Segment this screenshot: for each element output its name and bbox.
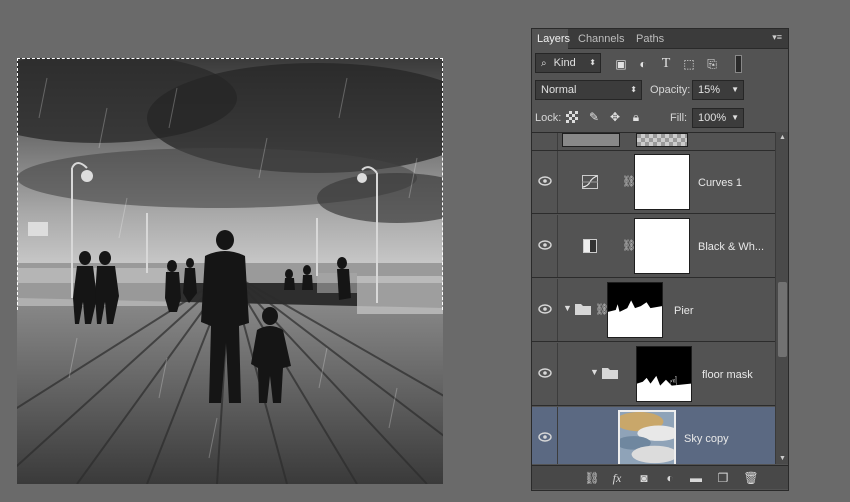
layer-name[interactable]: Pier [674,305,694,317]
lock-image-icon[interactable]: ✎ [587,110,601,124]
layer-name[interactable]: floor mask [702,369,753,381]
layer-mask-thumbnail[interactable] [607,282,663,338]
layer-mask-thumbnail[interactable] [634,154,690,210]
tab-paths[interactable]: Paths [631,29,669,49]
search-icon: ⌕ [541,58,547,69]
eye-icon[interactable] [538,176,552,186]
shape-filter-icon[interactable]: ⬚ [682,57,696,71]
image-filter-icon[interactable]: ▣ [614,57,628,71]
blend-mode-value: Normal [541,84,577,96]
layer-row-partial[interactable] [532,133,775,151]
lock-all-icon[interactable]: 🔒︎ [629,110,643,124]
layer-row-pier-group[interactable]: ▼ ⛓︎ Pier [532,279,775,342]
blend-mode-select[interactable]: Normal ⬍ [535,80,642,100]
link-chain-icon[interactable]: ⛓︎ [622,175,636,189]
link-chain-icon[interactable]: ⛓︎ [595,303,609,317]
delete-icon[interactable]: 🗑︎ [743,470,759,486]
scroll-thumb[interactable] [778,282,787,357]
scroll-up-icon[interactable]: ▲ [779,134,786,141]
fx-icon[interactable]: fx [609,470,625,486]
layer-name[interactable]: Black & Wh... [698,241,764,253]
lock-position-icon[interactable]: ✥ [608,110,622,124]
dropdown-arrow-icon[interactable]: ▼ [731,109,739,127]
expand-triangle-icon[interactable]: ▼ [590,367,599,377]
smart-object-filter-icon[interactable]: ⎘ [705,57,719,71]
document-canvas[interactable] [0,0,530,502]
hand-cursor-icon: ☝︎ [669,374,679,391]
opacity-value: 15% [698,84,721,96]
layer-thumbnail [562,133,620,147]
select-arrows-icon: ⬍ [589,58,596,67]
new-adjustment-icon[interactable]: ◐ [662,470,678,486]
eye-icon[interactable] [538,432,552,442]
visibility-column [532,133,558,150]
dropdown-arrow-icon[interactable]: ▼ [731,81,739,99]
black-white-icon [583,239,597,253]
layer-name[interactable]: Curves 1 [698,177,742,189]
lock-transparent-icon[interactable] [566,111,578,123]
layer-mask-thumbnail [636,133,688,147]
opacity-field[interactable]: 15% ▼ [692,80,744,100]
layer-row-sky-copy[interactable]: Sky copy [532,407,775,464]
document-image[interactable] [17,58,443,484]
panel-menu-icon[interactable]: ▾≡ [772,32,782,43]
select-arrows-icon: ⬍ [630,85,637,94]
folder-icon [575,304,591,315]
pier-photo [17,58,443,484]
new-group-icon[interactable]: ▬ [688,470,704,486]
panel-tabbar: Layers Channels Paths ▾≡ [532,29,788,49]
filter-kind-select[interactable]: ⌕ Kind ⬍ [535,53,601,73]
layer-row-curves[interactable]: ⛓︎ Curves 1 [532,151,775,214]
adjustment-filter-icon[interactable]: ◐ [636,57,650,71]
link-chain-icon[interactable]: ⛓︎ [622,239,636,253]
tab-layers[interactable]: Layers [532,29,570,49]
layers-panel: Layers Channels Paths ▾≡ ⌕ Kind ⬍ ▣ ◐ T … [531,28,789,491]
fill-value: 100% [698,112,727,124]
layer-row-black-white[interactable]: ⛓︎ Black & Wh... [532,215,775,278]
layers-bottom-toolbar: ⛓︎ fx ◙ ◐ ▬ ❐ 🗑︎ [532,465,788,489]
layers-list: ⛓︎ Curves 1 ⛓︎ Black & Wh... ▼ ⛓︎ Pier ▼… [532,132,775,464]
eye-icon[interactable] [538,240,552,250]
layers-scrollbar[interactable]: ▲ ▼ [775,132,788,464]
lock-row: Lock: ✎ ✥ 🔒︎ Fill: 100% ▼ [532,107,788,129]
opacity-label: Opacity: [650,84,691,96]
fill-field[interactable]: 100% ▼ [692,108,744,128]
expand-triangle-icon[interactable]: ▼ [563,303,572,313]
layer-thumbnail[interactable] [618,410,676,464]
layer-name[interactable]: Sky copy [684,433,729,445]
scroll-down-icon[interactable]: ▼ [779,455,786,462]
filter-row: ⌕ Kind ⬍ ▣ ◐ T ⬚ ⎘ [532,51,788,77]
type-filter-icon[interactable]: T [659,57,673,71]
curves-icon [582,175,598,189]
filter-toggle-icon[interactable] [735,55,742,73]
tab-channels[interactable]: Channels [573,29,629,49]
eye-icon[interactable] [538,368,552,378]
new-layer-icon[interactable]: ❐ [715,470,731,486]
layer-mask-thumbnail[interactable] [636,346,692,402]
lock-label: Lock: [535,112,562,124]
fill-label: Fill: [670,112,688,124]
blend-row: Normal ⬍ Opacity: 15% ▼ [532,79,788,101]
folder-icon [602,368,618,379]
link-layers-icon[interactable]: ⛓︎ [584,470,600,486]
layer-mask-thumbnail[interactable] [634,218,690,274]
eye-icon[interactable] [538,304,552,314]
layer-row-floor-mask[interactable]: ▼ ☝︎ floor mask [532,343,775,406]
add-mask-icon[interactable]: ◙ [636,470,652,486]
filter-kind-label: Kind [553,57,576,69]
